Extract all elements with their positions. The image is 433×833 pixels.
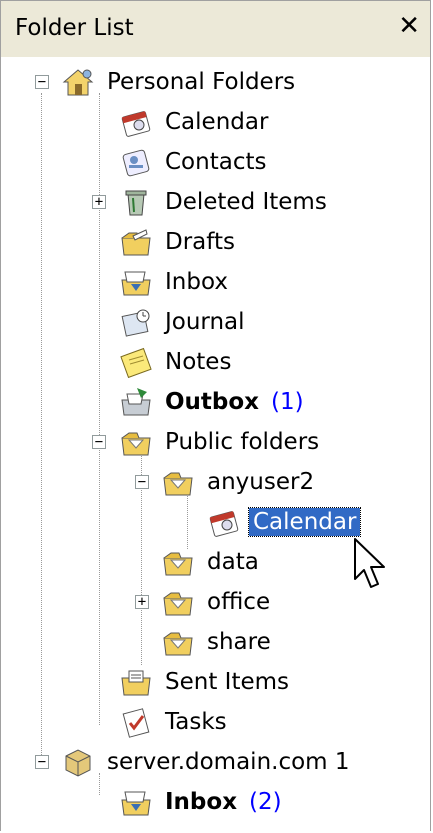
folder-list-title: Folder List [15, 15, 134, 41]
collapse-public-folders-icon[interactable]: − [92, 435, 106, 449]
personal-folders-icon [62, 69, 94, 96]
close-icon[interactable]: ✕ [398, 13, 420, 39]
unread-count-badge: (1) [271, 389, 304, 415]
tree-item-label: Personal Folders [107, 69, 296, 95]
tree-item-deleted-items[interactable]: Deleted Items [119, 182, 331, 222]
tree-item-calendar-selected[interactable]: Calendar [207, 502, 362, 542]
tree-item-tasks[interactable]: Tasks [119, 702, 231, 742]
contacts-icon [122, 149, 150, 177]
tree-item-label: server.domain.com 1 [107, 749, 350, 775]
tree-item-personal-folders[interactable]: Personal Folders [61, 62, 299, 102]
tree-item-notes[interactable]: Notes [119, 342, 235, 382]
collapse-server-icon[interactable]: − [35, 755, 49, 769]
tree-item-label: Inbox [165, 789, 238, 815]
tree-item-label: Outbox [165, 389, 260, 415]
tree-item-label: Public folders [165, 429, 320, 455]
tree-connector [99, 93, 100, 725]
tree-item-label: Calendar [247, 507, 362, 537]
drafts-icon [121, 229, 151, 256]
inbox-icon [121, 791, 151, 816]
tree-item-data[interactable]: data [161, 542, 263, 582]
tree-item-label: Contacts [165, 149, 267, 175]
expand-office-icon[interactable]: + [135, 595, 149, 609]
tree-item-label: share [207, 629, 271, 655]
tree-item-label: Drafts [165, 229, 235, 255]
tree-item-label: Inbox [165, 269, 228, 295]
tree-item-public-folders[interactable]: Public folders [119, 422, 323, 462]
tree-item-server-inbox[interactable]: Inbox (2) [119, 782, 282, 822]
tree-item-label: anyuser2 [207, 469, 315, 495]
sent-items-icon [121, 670, 151, 696]
tree-item-label: data [207, 549, 259, 575]
tree-connector [41, 93, 42, 755]
folder-list-pane: Folder List ✕ − + − − + − Personal Folde… [0, 0, 431, 832]
collapse-anyuser2-icon[interactable]: − [135, 475, 149, 489]
folder-icon [163, 592, 193, 616]
tree-item-label: Journal [165, 309, 245, 335]
folder-list-header: Folder List ✕ [1, 1, 430, 58]
tree-item-label: Sent Items [165, 669, 289, 695]
tree-item-outbox[interactable]: Outbox (1) [119, 382, 304, 422]
tree-item-drafts[interactable]: Drafts [119, 222, 239, 262]
tree-item-office[interactable]: office [161, 582, 274, 622]
tree-item-calendar[interactable]: Calendar [119, 102, 272, 142]
folder-icon [163, 632, 193, 656]
server-icon [65, 749, 91, 777]
journal-icon [121, 309, 150, 337]
calendar-icon [209, 511, 239, 537]
tree-item-sent-items[interactable]: Sent Items [119, 662, 293, 702]
tree-item-label: Deleted Items [165, 189, 327, 215]
tree-item-label: Tasks [165, 709, 227, 735]
folder-icon [121, 432, 151, 456]
tree-item-journal[interactable]: Journal [119, 302, 249, 342]
mouse-pointer-icon [354, 538, 385, 588]
tree-item-label: Notes [165, 349, 232, 375]
tasks-icon [122, 708, 150, 738]
notes-icon [120, 347, 152, 378]
tree-item-contacts[interactable]: Contacts [119, 142, 270, 182]
collapse-personal-folders-icon[interactable]: − [35, 75, 49, 89]
tree-item-label: Calendar [165, 109, 269, 135]
tree-item-label: office [207, 589, 271, 615]
unread-count-badge: (2) [249, 789, 282, 815]
trash-icon [125, 190, 147, 216]
outbox-icon [121, 388, 151, 416]
tree-item-inbox[interactable]: Inbox [119, 262, 232, 302]
folder-icon [163, 472, 193, 496]
tree-item-anyuser2[interactable]: anyuser2 [161, 462, 318, 502]
expand-deleted-items-icon[interactable]: + [92, 195, 106, 209]
folder-icon [163, 552, 193, 576]
calendar-icon [121, 111, 151, 137]
inbox-icon [121, 271, 151, 296]
tree-item-share[interactable]: share [161, 622, 275, 662]
folder-tree: − + − − + − Personal Folders Calendar Co… [1, 57, 430, 832]
tree-item-server[interactable]: server.domain.com 1 [61, 742, 354, 782]
